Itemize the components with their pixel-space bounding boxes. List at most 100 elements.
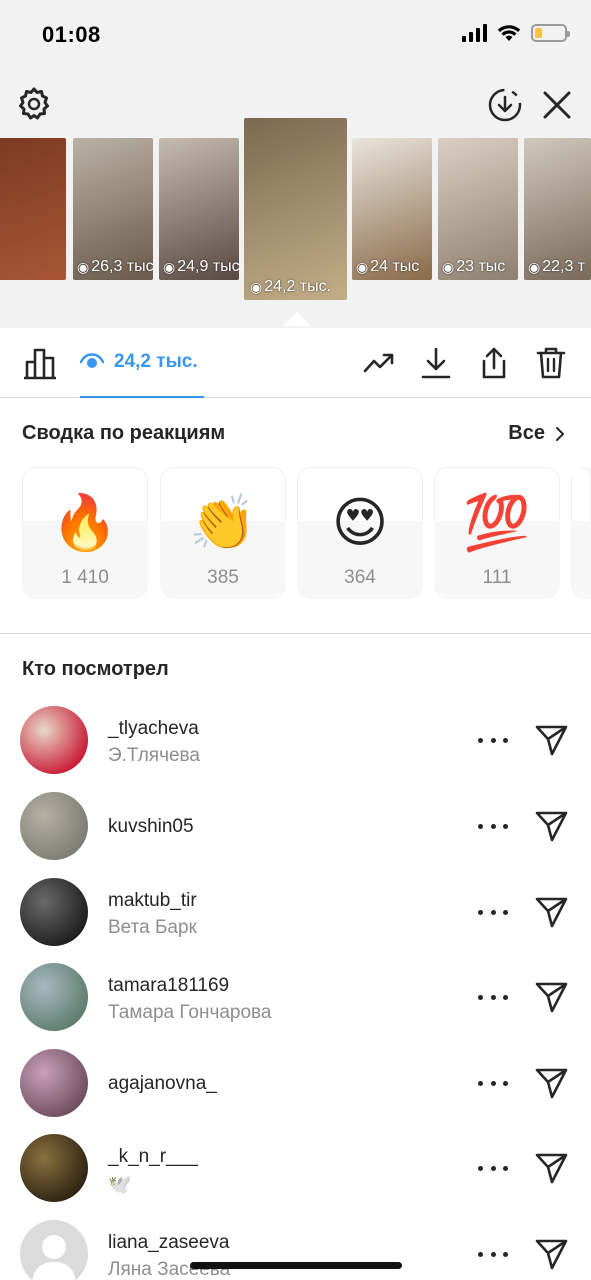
story-thumbnail[interactable]: ◉ 24 тыс (352, 138, 432, 280)
tab-viewers[interactable]: 24,2 тыс. (80, 328, 204, 398)
more-options-icon[interactable] (478, 1244, 508, 1264)
reaction-count: 111 (482, 567, 512, 588)
more-options-icon[interactable] (478, 1158, 508, 1178)
stories-strip: ◉ 26,3 тыс ◉ 24,9 тыс ◉ 24,2 тыс. ◉ 24 тыс ◉… (0, 118, 591, 308)
viewer-username: maktub_tir (108, 890, 197, 911)
section-divider (0, 633, 591, 634)
heart-eyes-emoji-icon: 😍 (331, 493, 389, 553)
story-views: ◉ 22,3 т (528, 258, 586, 275)
avatar[interactable] (20, 792, 88, 860)
fire-emoji-icon: 🔥 (51, 493, 119, 553)
more-options-icon[interactable] (478, 902, 508, 922)
reaction-count: 385 (207, 567, 239, 588)
story-thumbnail[interactable]: ◉ 23 тыс (438, 138, 518, 280)
reaction-card-partial (571, 467, 591, 599)
wifi-icon (497, 25, 521, 41)
send-icon[interactable] (533, 722, 569, 758)
viewer-row[interactable]: _k_n_r___ 🕊️ (0, 1134, 591, 1220)
story-views: ◉ 24,9 тыс (163, 258, 239, 275)
eye-icon (80, 353, 104, 368)
status-icons (462, 24, 570, 42)
viewer-username: liana_zaseeva (108, 1232, 230, 1253)
avatar[interactable] (20, 1134, 88, 1202)
insights-toolbar: 24,2 тыс. (0, 328, 591, 398)
more-options-icon[interactable] (478, 730, 508, 750)
send-icon[interactable] (533, 1065, 569, 1101)
story-thumbnail[interactable] (0, 138, 66, 280)
share-icon[interactable] (477, 346, 511, 380)
story-thumbnail[interactable]: ◉ 26,3 тыс (73, 138, 153, 280)
views-count: 24,2 тыс. (114, 351, 198, 372)
reaction-card[interactable]: 👏 385 (160, 467, 286, 599)
send-icon[interactable] (533, 1236, 569, 1272)
viewer-row[interactable]: liana_zaseeva Ляна Засеева (0, 1220, 591, 1280)
viewer-row[interactable]: kuvshin05 (0, 792, 591, 878)
story-header: ◉ 26,3 тыс ◉ 24,9 тыс ◉ 24,2 тыс. ◉ 24 тыс ◉… (0, 70, 591, 328)
battery-icon (531, 24, 570, 42)
send-icon[interactable] (533, 808, 569, 844)
viewer-username: agajanovna_ (108, 1073, 217, 1094)
story-thumbnail[interactable]: ◉ 22,3 т (524, 138, 591, 280)
eye-icon: ◉ (356, 258, 369, 275)
all-label: Все (508, 422, 545, 444)
reaction-card[interactable]: 😍 364 (297, 467, 423, 599)
reaction-count: 364 (344, 567, 376, 588)
eye-icon: ◉ (528, 258, 541, 275)
story-thumbnail-selected[interactable]: ◉ 24,2 тыс. (244, 118, 347, 300)
viewer-row[interactable]: agajanovna_ (0, 1049, 591, 1135)
status-time: 01:08 (42, 22, 101, 47)
trending-icon[interactable] (362, 346, 396, 380)
more-options-icon[interactable] (478, 987, 508, 1007)
story-views: ◉ 24,2 тыс. (250, 278, 332, 295)
viewer-row[interactable]: _tlyacheva Э.Тлячева (0, 706, 591, 792)
viewer-fullname: Тамара Гончарова (108, 1002, 272, 1023)
avatar[interactable] (20, 963, 88, 1031)
reactions-all-link[interactable]: Все (508, 422, 565, 445)
eye-icon: ◉ (250, 278, 263, 295)
story-views: ◉ 26,3 тыс (77, 258, 153, 275)
reactions-title: Сводка по реакциям (22, 422, 226, 444)
default-user-icon (20, 1220, 88, 1280)
status-bar: 01:08 (0, 0, 591, 70)
avatar[interactable] (20, 878, 88, 946)
viewer-username: tamara181169 (108, 975, 230, 996)
reaction-card[interactable]: 🔥 1 410 (22, 467, 148, 599)
bar-chart-icon[interactable] (22, 346, 58, 380)
viewer-row[interactable]: maktub_tir Вета Барк (0, 878, 591, 964)
more-options-icon[interactable] (478, 1073, 508, 1093)
send-icon[interactable] (533, 894, 569, 930)
more-options-icon[interactable] (478, 816, 508, 836)
viewer-fullname: Э.Тлячева (108, 745, 200, 766)
eye-icon: ◉ (442, 258, 455, 275)
battery-level (535, 28, 542, 38)
story-views: ◉ 24 тыс (356, 258, 420, 275)
reaction-card[interactable]: 💯 111 (434, 467, 560, 599)
dove-emoji-icon: 🕊️ (108, 1175, 132, 1196)
story-views: ◉ 23 тыс (442, 258, 506, 275)
selected-story-pointer (283, 312, 311, 326)
send-icon[interactable] (533, 1150, 569, 1186)
viewer-username: _tlyacheva (108, 718, 199, 739)
reaction-card-top (571, 467, 591, 521)
viewers-title: Кто посмотрел (22, 658, 169, 680)
reaction-count: 1 410 (61, 567, 109, 588)
viewer-username: _k_n_r___ (108, 1146, 198, 1167)
avatar[interactable] (20, 706, 88, 774)
story-thumbnail[interactable]: ◉ 24,9 тыс (159, 138, 239, 280)
viewer-row[interactable]: tamara181169 Тамара Гончарова (0, 963, 591, 1049)
viewer-username: kuvshin05 (108, 816, 194, 837)
download-icon[interactable] (419, 346, 453, 380)
viewer-fullname: Вета Барк (108, 917, 197, 938)
home-indicator (190, 1262, 402, 1269)
eye-icon: ◉ (77, 258, 90, 275)
close-icon (543, 91, 571, 119)
clapping-emoji-icon: 👏 (189, 493, 257, 553)
send-icon[interactable] (533, 979, 569, 1015)
avatar-placeholder[interactable] (20, 1220, 88, 1280)
reactions-list: 🔥 1 410 👏 385 😍 364 💯 111 (22, 467, 591, 601)
avatar[interactable] (20, 1049, 88, 1117)
trash-icon[interactable] (534, 346, 568, 380)
gear-icon (19, 87, 49, 120)
hundred-points-emoji-icon: 💯 (463, 493, 531, 553)
cellular-signal-icon (462, 24, 487, 42)
